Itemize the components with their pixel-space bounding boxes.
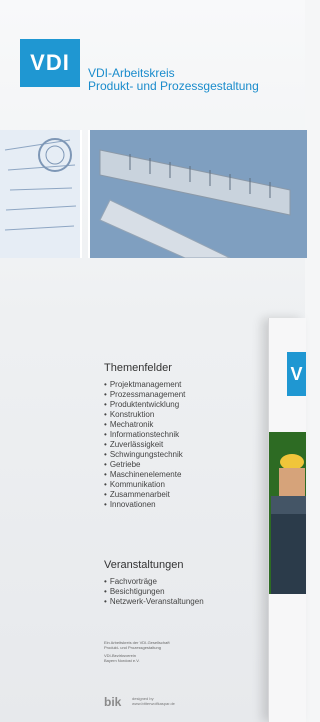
themenfelder-item: Kommunikation: [104, 480, 185, 490]
footer-line: Bayern Nordost e.V.: [104, 658, 140, 663]
veranstaltungen-section: Veranstaltungen Fachvorträge Besichtigun…: [104, 559, 204, 607]
flyer-page: VDI VDI-Arbeitskreis Produkt- und Prozes…: [0, 0, 307, 722]
veranstaltungen-heading: Veranstaltungen: [104, 559, 184, 571]
designer-text: designed by www.bitterwolfkaspar.de: [132, 696, 175, 706]
vdi-logo: VDI: [20, 39, 80, 87]
themenfelder-section: Themenfelder Projektmanagement Prozessma…: [104, 362, 185, 510]
organization-title: VDI-Arbeitskreis Produkt- und Prozessges…: [88, 67, 259, 93]
themenfelder-item: Informationstechnik: [104, 430, 185, 440]
themenfelder-item: Maschinenelemente: [104, 470, 185, 480]
technical-drawing-image: [0, 130, 82, 258]
veranstaltungen-item: Fachvorträge: [104, 577, 204, 587]
themenfelder-list: Projektmanagement Prozessmanagement Prod…: [104, 380, 186, 510]
caliper-image: [88, 130, 307, 258]
themenfelder-item: Innovationen: [104, 500, 185, 510]
themenfelder-item: Getriebe: [104, 460, 185, 470]
worker-photo: [269, 432, 306, 594]
designer-credit: bik designed by www.bitterwolfkaspar.de: [104, 694, 175, 708]
themenfelder-item: Konstruktion: [104, 410, 185, 420]
bik-mark-text: bik: [104, 695, 122, 708]
themenfelder-item: Zusammenarbeit: [104, 490, 185, 500]
veranstaltungen-item: Besichtigungen: [104, 587, 204, 597]
veranstaltungen-item: Netzwerk-Veranstaltungen: [104, 597, 204, 607]
themenfelder-item: Prozessmanagement: [104, 390, 186, 400]
vdi-logo-partial: V: [287, 352, 306, 396]
themenfelder-item: Mechatronik: [104, 420, 185, 430]
footer-text: Ein Arbeitskreis der VDI-Gesellschaft Pr…: [104, 640, 234, 663]
worker-photo-graphic: [269, 432, 306, 594]
caliper-graphic: [90, 130, 307, 258]
second-flyer-preview: V: [268, 318, 306, 722]
bik-logo-icon: bik: [104, 695, 122, 708]
themenfelder-item: Zuverlässigkeit: [104, 440, 185, 450]
themenfelder-item: Produktentwicklung: [104, 400, 185, 410]
designer-line: www.bitterwolfkaspar.de: [132, 701, 175, 706]
org-line-2: Produkt- und Prozessgestaltung: [88, 79, 259, 93]
themenfelder-heading: Themenfelder: [104, 362, 172, 374]
themenfelder-item: Schwingungstechnik: [104, 450, 185, 460]
veranstaltungen-list: Fachvorträge Besichtigungen Netzwerk-Ver…: [104, 577, 204, 607]
themenfelder-item: Projektmanagement: [104, 380, 185, 390]
technical-drawing-graphic: [0, 130, 80, 258]
